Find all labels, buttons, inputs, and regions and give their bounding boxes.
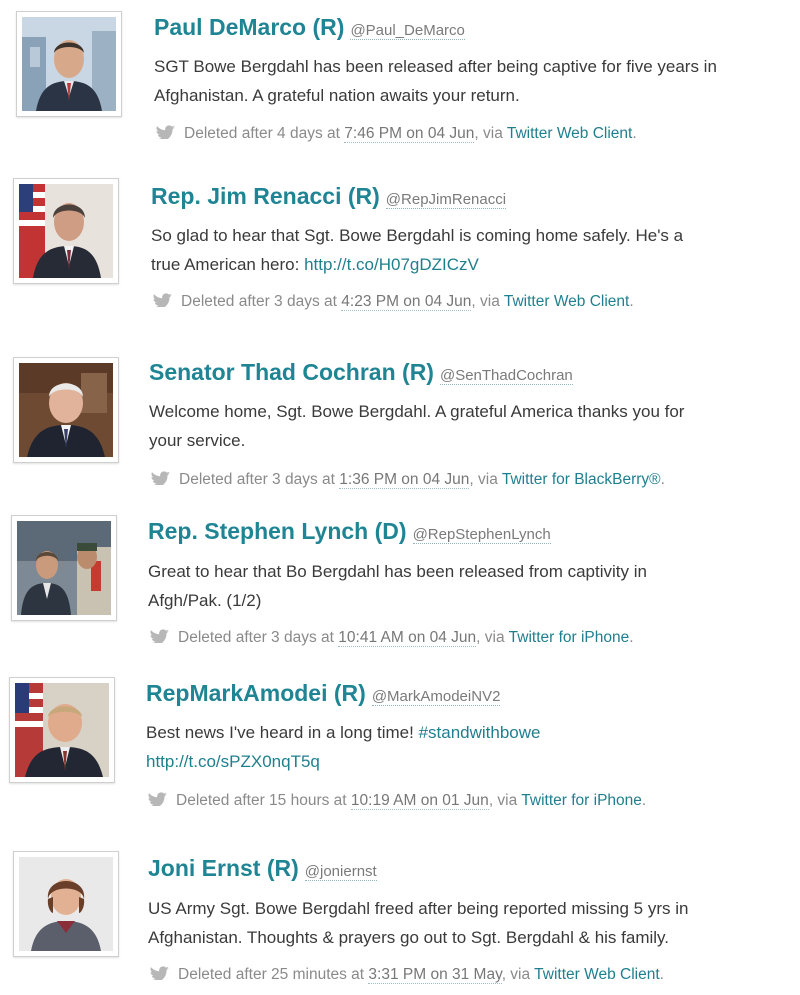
tweet-meta: Deleted after 3 days at 1:36 PM on 04 Ju…: [149, 471, 665, 489]
twitter-bird-icon: [151, 293, 173, 307]
tweet-text-line: So glad to hear that Sgt. Bowe Bergdahl …: [151, 226, 684, 245]
via-text: , via: [471, 293, 500, 310]
author-line: Senator Thad Cochran (R) @SenThadCochran: [149, 359, 573, 386]
author-name-link[interactable]: Rep. Jim Renacci (R): [151, 183, 380, 209]
author-handle[interactable]: @SenThadCochran: [439, 367, 573, 385]
twitter-bird-icon: [154, 125, 176, 139]
avatar-photo: [19, 363, 113, 457]
tweet-text: So glad to hear that Sgt. Bowe Bergdahl …: [151, 221, 791, 279]
avatar[interactable]: [13, 357, 119, 463]
tweet-text-line: Best news I've heard in a long time!: [146, 723, 419, 742]
author-name-link[interactable]: Joni Ernst (R): [148, 855, 299, 881]
period: .: [629, 293, 634, 310]
author-handle[interactable]: @MarkAmodeiNV2: [371, 688, 501, 706]
twitter-bird-icon: [148, 629, 170, 643]
avatar[interactable]: [13, 178, 119, 284]
author-handle[interactable]: @RepJimRenacci: [385, 191, 507, 209]
client-link[interactable]: Twitter for BlackBerry®: [502, 471, 661, 488]
tweet-meta: Deleted after 15 hours at 10:19 AM on 01…: [146, 792, 646, 810]
period: .: [629, 629, 634, 646]
tweet-text: Best news I've heard in a long time! #st…: [146, 718, 786, 776]
tweet-text-line: Afgh/Pak. (1/2): [148, 591, 262, 610]
tweet-text: Great to hear that Bo Bergdahl has been …: [148, 557, 788, 615]
timestamp[interactable]: 3:31 PM on 31 May: [368, 966, 502, 984]
author-line: Paul DeMarco (R) @Paul_DeMarco: [154, 14, 465, 41]
author-name-link[interactable]: Rep. Stephen Lynch (D): [148, 518, 407, 544]
tweet-text-line: US Army Sgt. Bowe Bergdahl freed after b…: [148, 899, 689, 918]
via-text: , via: [474, 125, 503, 142]
tweet-text-line: your service.: [149, 431, 246, 450]
deleted-after-text: Deleted after 3 days at: [179, 471, 335, 488]
tweet-text-line: Afghanistan. Thoughts & prayers go out t…: [148, 928, 669, 947]
tweet-text-line: SGT Bowe Bergdahl has been released afte…: [154, 57, 717, 76]
period: .: [659, 966, 664, 983]
deleted-after-text: Deleted after 4 days at: [184, 125, 340, 142]
tweet-meta: Deleted after 3 days at 10:41 AM on 04 J…: [148, 629, 634, 647]
twitter-bird-icon: [149, 471, 171, 485]
avatar-photo: [22, 17, 116, 111]
author-name-link[interactable]: RepMarkAmodei (R): [146, 680, 366, 706]
period: .: [660, 471, 665, 488]
tweet-text: Welcome home, Sgt. Bowe Bergdahl. A grat…: [149, 397, 789, 455]
tweet-link[interactable]: http://t.co/H07gDZICzV: [304, 255, 479, 274]
timestamp[interactable]: 1:36 PM on 04 Jun: [339, 471, 470, 489]
avatar-photo: [15, 683, 109, 777]
client-link[interactable]: Twitter Web Client: [507, 125, 632, 142]
twitter-bird-icon: [146, 792, 168, 806]
avatar[interactable]: [16, 11, 122, 117]
timestamp[interactable]: 10:41 AM on 04 Jun: [338, 629, 477, 647]
twitter-bird-icon: [148, 966, 170, 980]
author-line: Rep. Jim Renacci (R) @RepJimRenacci: [151, 183, 507, 210]
avatar[interactable]: [9, 677, 115, 783]
period: .: [641, 792, 647, 809]
author-name-link[interactable]: Senator Thad Cochran (R): [149, 359, 434, 385]
tweet-link[interactable]: http://t.co/sPZX0nqT5q: [146, 752, 320, 771]
deleted-after-text: Deleted after 25 minutes at: [178, 966, 365, 983]
avatar[interactable]: [11, 515, 117, 621]
client-link[interactable]: Twitter for iPhone: [521, 792, 642, 809]
via-text: , via: [469, 471, 498, 488]
tweet-meta: Deleted after 25 minutes at 3:31 PM on 3…: [148, 966, 664, 984]
avatar-photo: [19, 184, 113, 278]
tweet-text-line: Welcome home, Sgt. Bowe Bergdahl. A grat…: [149, 402, 685, 421]
author-line: RepMarkAmodei (R) @MarkAmodeiNV2: [146, 680, 501, 707]
deleted-after-text: Deleted after 15 hours at: [176, 792, 347, 809]
author-line: Joni Ernst (R) @joniernst: [148, 855, 377, 882]
tweet-meta: Deleted after 4 days at 7:46 PM on 04 Ju…: [154, 125, 637, 143]
avatar-photo: [17, 521, 111, 615]
via-text: , via: [501, 966, 531, 983]
client-link[interactable]: Twitter for iPhone: [509, 629, 630, 646]
via-text: , via: [476, 629, 505, 646]
author-handle[interactable]: @Paul_DeMarco: [350, 22, 465, 40]
tweet-text-line: Afghanistan. A grateful nation awaits yo…: [154, 86, 520, 105]
timestamp[interactable]: 10:19 AM on 01 Jun: [350, 792, 489, 810]
deleted-after-text: Deleted after 3 days at: [181, 293, 337, 310]
author-line: Rep. Stephen Lynch (D) @RepStephenLynch: [148, 518, 551, 545]
deleted-after-text: Deleted after 3 days at: [178, 629, 334, 646]
client-link[interactable]: Twitter Web Client: [534, 966, 659, 983]
hashtag-link[interactable]: #standwithbowe: [419, 723, 541, 742]
tweet-text: SGT Bowe Bergdahl has been released afte…: [154, 52, 794, 110]
avatar[interactable]: [13, 851, 119, 957]
tweet-text-line: true American hero:: [151, 255, 305, 274]
author-handle[interactable]: @RepStephenLynch: [412, 526, 551, 544]
client-link[interactable]: Twitter Web Client: [504, 293, 629, 310]
author-name-link[interactable]: Paul DeMarco (R): [154, 14, 344, 40]
period: .: [632, 125, 637, 142]
tweet-text-line: Great to hear that Bo Bergdahl has been …: [148, 562, 647, 581]
timestamp[interactable]: 7:46 PM on 04 Jun: [344, 125, 475, 143]
via-text: , via: [488, 792, 518, 809]
tweet-meta: Deleted after 3 days at 4:23 PM on 04 Ju…: [151, 293, 634, 311]
timestamp[interactable]: 4:23 PM on 04 Jun: [341, 293, 472, 311]
tweet-text: US Army Sgt. Bowe Bergdahl freed after b…: [148, 894, 788, 952]
author-handle[interactable]: @joniernst: [304, 863, 377, 881]
avatar-photo: [19, 857, 113, 951]
